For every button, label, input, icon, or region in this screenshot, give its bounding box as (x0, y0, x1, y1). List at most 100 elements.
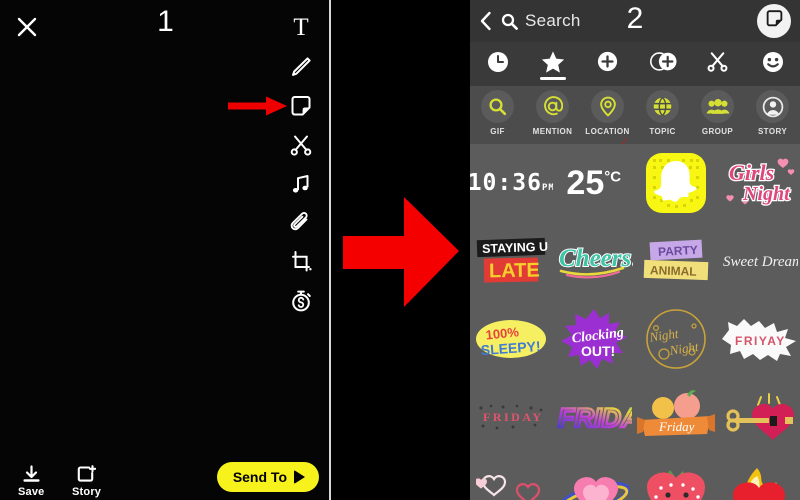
girls-night-sticker[interactable]: Girls Night (718, 144, 800, 222)
sticker-grid: 10:36PM 25°C Girls Night STAYING UP LATE… (470, 144, 800, 500)
save-label: Save (18, 486, 45, 498)
heart-planet-sticker[interactable] (553, 456, 636, 500)
snapchat-ghost-sticker[interactable] (635, 144, 718, 222)
send-to-label: Send To (232, 469, 287, 485)
svg-text:ANIMAL: ANIMAL (650, 263, 697, 279)
category-label: STORY (757, 127, 788, 136)
tab-create-sticker[interactable] (580, 42, 635, 86)
hearts-outline-sticker[interactable] (470, 456, 553, 500)
svg-text:Friday: Friday (658, 419, 695, 434)
big-red-right-arrow-icon (343, 197, 459, 307)
red-arrow-to-sticker-tool (228, 96, 288, 116)
crop-tool[interactable] (281, 242, 321, 281)
category-story[interactable]: STORY (745, 90, 800, 136)
strawberry-heart-sticker[interactable] (635, 456, 718, 500)
person-circle-icon (756, 90, 789, 123)
pencil-icon (288, 54, 314, 80)
time-sticker-suffix: PM (541, 183, 553, 193)
friday-dotted-sticker[interactable]: FRIDAY (470, 378, 553, 456)
draw-tool[interactable] (281, 47, 321, 86)
scissors-icon (288, 132, 314, 158)
svg-text:FRIDAY: FRIDAY (558, 403, 632, 433)
party-animal-sticker[interactable]: PARTY ANIMAL (635, 222, 718, 300)
svg-text:Girls: Girls (729, 160, 774, 185)
svg-text:OUT!: OUT! (581, 343, 615, 359)
story-label: Story (72, 486, 102, 498)
tab-recent[interactable] (470, 42, 525, 86)
tab-bitmoji-add[interactable] (635, 42, 690, 86)
clocking-out-sticker[interactable]: Clocking OUT! (553, 300, 636, 378)
send-triangle-icon (294, 470, 305, 484)
left-phone-screen: 1 T Save Story Send To (0, 0, 331, 500)
svg-text:FRIDAY: FRIDAY (483, 410, 544, 424)
friyay-sticker[interactable]: FRIYAY (718, 300, 800, 378)
category-mention[interactable]: MENTION (525, 90, 580, 136)
tab-emoji[interactable] (745, 42, 800, 86)
tab-favorites[interactable] (525, 42, 580, 86)
star-icon (540, 49, 566, 80)
sticker-category-row: GIF MENTION LOCATION TOPIC GROUP STORY (470, 86, 800, 190)
temperature-sticker[interactable]: 25°C (553, 144, 636, 222)
scissors-icon (705, 49, 730, 79)
timer-tool[interactable] (281, 281, 321, 320)
left-bottom-bar: Save Story Send To (0, 452, 331, 500)
category-location[interactable]: LOCATION (580, 90, 635, 136)
tab-cutouts[interactable] (690, 42, 745, 86)
music-tool[interactable] (281, 164, 321, 203)
group-people-icon (701, 90, 734, 123)
category-gif[interactable]: GIF (470, 90, 525, 136)
category-label: GROUP (701, 127, 734, 136)
text-tool[interactable]: T (281, 8, 321, 47)
music-note-icon (288, 171, 314, 197)
svg-text:LATE: LATE (489, 260, 540, 283)
category-label: TOPIC (649, 127, 676, 136)
time-sticker-text: 10:36 (470, 170, 542, 196)
friday-graffiti-sticker[interactable]: FRIDAY (553, 378, 636, 456)
category-label: GIF (490, 127, 505, 136)
text-T-icon: T (293, 14, 309, 41)
temperature-unit: °C (604, 168, 622, 186)
sleepy-sticker[interactable]: 100% SLEEPY! (470, 300, 553, 378)
right-phone-screen: Search 2 GIF MENTION LOCATION TOPIC GROU… (470, 0, 800, 500)
tab-selected-underline (539, 77, 566, 80)
temperature-value: 25 (566, 163, 605, 202)
stopwatch-icon (288, 288, 314, 314)
svg-text:Night: Night (668, 339, 700, 358)
category-topic[interactable]: TOPIC (635, 90, 690, 136)
paperclip-icon (288, 210, 314, 236)
svg-text:SLEEPY!: SLEEPY! (480, 338, 541, 358)
crop-icon (288, 249, 314, 275)
smiley-face-icon (761, 50, 785, 79)
time-sticker[interactable]: 10:36PM (470, 144, 553, 222)
send-to-button[interactable]: Send To (216, 462, 319, 492)
save-button[interactable]: Save (18, 465, 45, 498)
overlapping-circles-plus-icon (648, 50, 678, 78)
svg-text:Night: Night (742, 183, 791, 205)
download-icon (22, 465, 41, 484)
add-to-story-icon (77, 465, 97, 484)
transition-arrow-area (333, 0, 470, 500)
flaming-heart-sticker[interactable] (718, 456, 800, 500)
svg-text:STAYING UP: STAYING UP (482, 239, 548, 256)
scissors-tool[interactable] (281, 125, 321, 164)
globe-icon (646, 90, 679, 123)
night-night-sticker[interactable]: Night Night (635, 300, 718, 378)
story-button[interactable]: Story (72, 465, 101, 498)
search-magnifier-icon (481, 90, 514, 123)
at-sign-icon (536, 90, 569, 123)
heart-arrow-sticker[interactable] (718, 378, 800, 456)
category-group[interactable]: GROUP (690, 90, 745, 136)
panel-number-2: 2 (626, 2, 644, 35)
sweet-dreams-sticker[interactable]: Sweet Dreams (718, 222, 800, 300)
sticker-note-icon (288, 93, 314, 119)
friday-peach-banner-sticker[interactable]: Friday (635, 378, 718, 456)
cheers-sticker[interactable]: Cheers! (553, 222, 636, 300)
screenshot-root: 1 T Save Story Send To Search 2 GIF MENT… (0, 0, 800, 500)
editor-tool-rail: T (279, 8, 323, 320)
category-label: MENTION (532, 127, 573, 136)
svg-text:PARTY: PARTY (658, 243, 698, 259)
staying-up-late-sticker[interactable]: STAYING UP LATE (470, 222, 553, 300)
attach-link-tool[interactable] (281, 203, 321, 242)
location-pin-icon (591, 90, 624, 123)
sticker-tab-bar (470, 42, 800, 86)
